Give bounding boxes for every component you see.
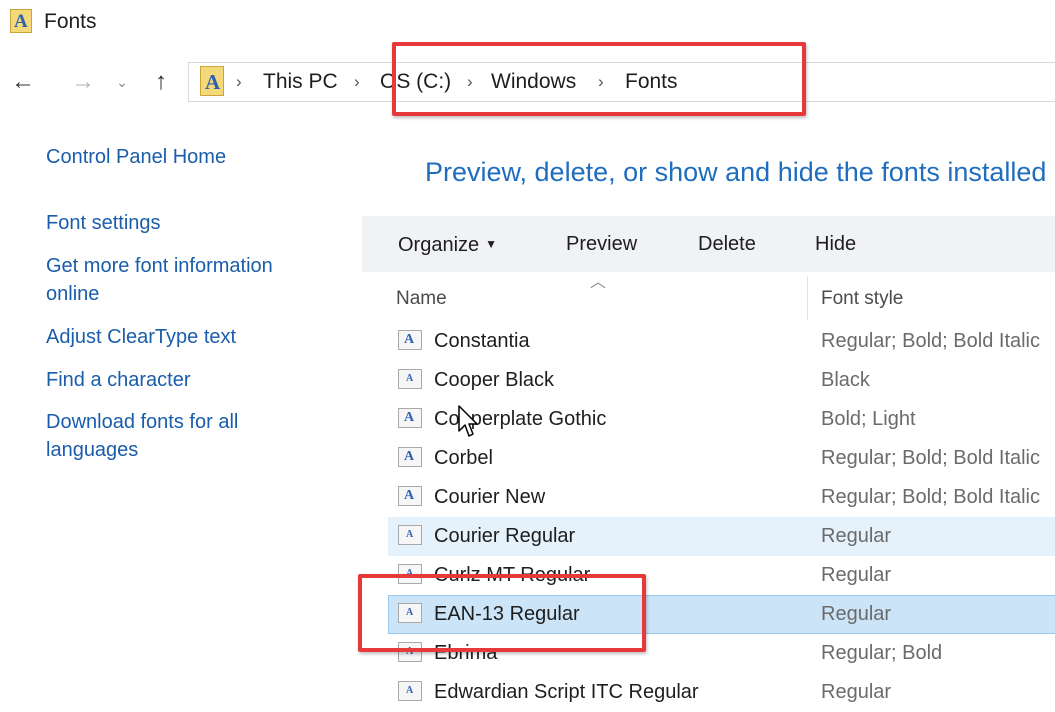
column-divider[interactable] <box>807 276 808 320</box>
page-heading: Preview, delete, or show and hide the fo… <box>425 157 1047 187</box>
column-header-font-style[interactable]: Font style <box>821 285 903 313</box>
hide-button[interactable]: Hide <box>815 230 856 258</box>
font-icon: A <box>398 369 422 389</box>
recent-locations-chevron-icon[interactable]: ⌄ <box>112 64 132 100</box>
sidebar-font-settings[interactable]: Font settings <box>46 209 161 237</box>
window-title: Fonts <box>44 10 97 33</box>
font-style: Regular; Bold; Bold Italic <box>821 486 1041 508</box>
font-icon: A <box>398 447 422 467</box>
font-style: Bold; Light <box>821 408 916 430</box>
font-style: Regular; Bold; Bold Italic <box>821 447 1041 469</box>
font-icon: A <box>398 486 422 506</box>
sidebar-control-panel-home[interactable]: Control Panel Home <box>46 143 226 171</box>
font-name: Courier New <box>434 486 546 508</box>
font-style: Black <box>821 369 870 391</box>
font-style: Regular <box>821 681 892 703</box>
sidebar-find-character[interactable]: Find a character <box>46 366 191 394</box>
dropdown-caret-icon: ▼ <box>485 237 498 251</box>
annotation-box-ean13 <box>358 574 646 652</box>
font-name: Constantia <box>434 330 530 352</box>
fonts-folder-icon: A <box>10 9 32 33</box>
breadcrumb-this-pc[interactable]: This PC <box>263 68 338 96</box>
column-header-name[interactable]: Name <box>396 285 447 313</box>
breadcrumb-separator[interactable]: › <box>236 68 242 96</box>
sidebar-download-fonts[interactable]: Download fonts for all languages <box>46 408 296 464</box>
sort-ascending-icon: ︿ <box>590 274 607 291</box>
back-arrow-icon[interactable]: ← <box>8 64 38 100</box>
font-name: Courier Regular <box>434 525 576 547</box>
mouse-pointer-icon <box>458 405 478 437</box>
font-style: Regular <box>821 564 892 586</box>
font-icon: A <box>398 525 422 545</box>
font-name: Edwardian Script ITC Regular <box>434 681 699 703</box>
preview-button[interactable]: Preview <box>566 230 637 258</box>
organize-label: Organize <box>398 234 480 256</box>
font-icon: A <box>398 681 422 701</box>
font-name: Corbel <box>434 447 493 469</box>
font-icon: A <box>398 330 422 350</box>
annotation-box-address <box>392 42 806 116</box>
font-style: Regular; Bold; Bold Italic <box>821 330 1041 352</box>
font-style: Regular <box>821 525 892 547</box>
forward-arrow-icon[interactable]: → <box>68 64 98 100</box>
delete-button[interactable]: Delete <box>698 230 756 258</box>
breadcrumb-separator[interactable]: › <box>354 68 360 96</box>
font-icon: A <box>398 408 422 428</box>
font-name: Cooper Black <box>434 369 555 391</box>
sidebar-adjust-cleartype[interactable]: Adjust ClearType text <box>46 323 236 351</box>
address-fonts-icon: A <box>200 66 224 96</box>
organize-button[interactable]: Organize ▼ <box>398 230 497 259</box>
up-arrow-icon[interactable]: ↑ <box>146 64 176 100</box>
font-style: Regular; Bold <box>821 642 943 664</box>
sidebar-more-font-info[interactable]: Get more font information online <box>46 252 326 308</box>
font-style: Regular <box>821 603 892 625</box>
